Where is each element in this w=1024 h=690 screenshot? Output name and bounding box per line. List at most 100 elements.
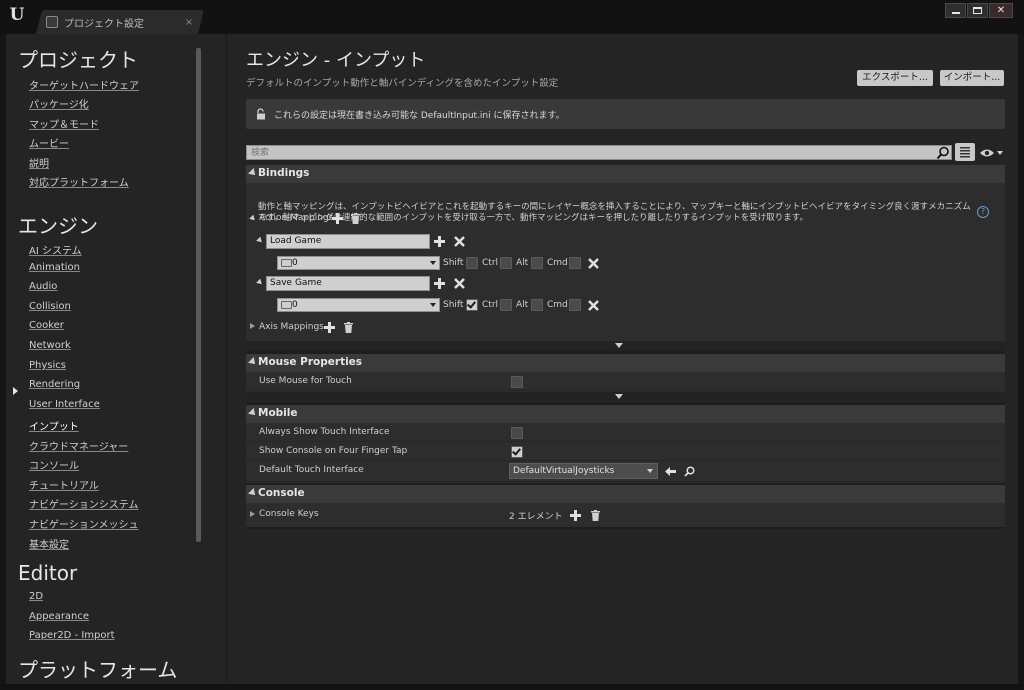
sidebar-item-general-settings[interactable]: 基本設定 — [29, 536, 69, 551]
sidebar-item-console[interactable]: コンソール — [29, 457, 79, 472]
advanced-expand-bar[interactable] — [246, 392, 1005, 402]
remove-key-icon[interactable] — [588, 258, 599, 269]
category-mouse-properties[interactable]: Mouse Properties — [246, 354, 1005, 372]
sidebar-item-collision[interactable]: Collision — [29, 301, 71, 312]
minimize-icon — [951, 12, 960, 14]
unreal-logo-icon: U — [9, 5, 25, 25]
export-button[interactable]: エクスポート... — [857, 70, 933, 86]
sidebar-item-supported-platforms[interactable]: 対応プラットフォーム — [29, 174, 129, 189]
add-console-key-icon[interactable] — [570, 510, 581, 521]
sidebar-item-user-interface[interactable]: User Interface — [29, 399, 100, 410]
window-bottom-edge — [0, 684, 1024, 690]
keyboard-icon — [281, 259, 292, 267]
alt-checkbox[interactable] — [531, 299, 543, 311]
minimize-button[interactable] — [945, 3, 966, 18]
sidebar-item-appearance[interactable]: Appearance — [29, 611, 89, 622]
shift-label: Shift — [443, 258, 464, 268]
key-value: 0 — [292, 300, 298, 310]
sidebar-item-navigation-mesh[interactable]: ナビゲーションメッシュ — [29, 516, 139, 531]
sidebar-item-rendering[interactable]: Rendering — [29, 379, 80, 390]
expand-advanced-icon — [615, 343, 623, 348]
key-selector[interactable]: 0 — [277, 298, 440, 312]
shift-checkbox[interactable] — [466, 257, 478, 269]
browse-search-icon[interactable] — [684, 466, 695, 477]
sidebar-item-audio[interactable]: Audio — [29, 281, 57, 292]
action-name-input[interactable]: Save Game — [266, 276, 430, 291]
expand-arrow-icon[interactable] — [256, 236, 264, 245]
use-selected-arrow-icon[interactable] — [665, 466, 676, 477]
expand-arrow-icon[interactable] — [250, 511, 255, 517]
bindings-description: 動作と軸マッピングは、インプットビヘイビアとこれを起動するキーの間にレイヤー概念… — [258, 202, 971, 223]
ctrl-label: Ctrl — [482, 258, 499, 268]
delete-all-axes-icon[interactable] — [343, 322, 354, 333]
add-key-icon[interactable] — [434, 278, 445, 289]
maximize-button[interactable] — [967, 3, 988, 18]
sidebar-item-2d[interactable]: 2D — [29, 591, 43, 602]
expand-arrow-icon[interactable] — [249, 214, 257, 223]
expand-advanced-icon — [615, 394, 623, 399]
search-input[interactable] — [246, 145, 952, 160]
remove-key-icon[interactable] — [588, 300, 599, 311]
active-item-arrow-icon — [13, 387, 18, 395]
sidebar-item-description[interactable]: 説明 — [29, 155, 49, 170]
help-icon[interactable]: ? — [977, 206, 989, 218]
maximize-icon — [973, 7, 982, 14]
use-mouse-for-touch-checkbox[interactable] — [511, 376, 523, 388]
tab-project-settings[interactable]: プロジェクト設定 × — [44, 10, 196, 34]
remove-action-icon[interactable] — [454, 278, 465, 289]
eye-visibility-icon[interactable] — [979, 147, 1003, 159]
delete-console-keys-icon[interactable] — [590, 510, 601, 521]
cmd-checkbox[interactable] — [569, 257, 581, 269]
sidebar-item-maps-modes[interactable]: マップ＆モード — [29, 116, 99, 131]
sidebar-item-paper2d-import[interactable]: Paper2D - Import — [29, 630, 115, 641]
sidebar-category-project: プロジェクト — [18, 48, 138, 72]
always-show-touch-label: Always Show Touch Interface — [259, 427, 390, 437]
sidebar-divider — [226, 34, 227, 684]
sidebar-item-movies[interactable]: ムービー — [29, 135, 69, 150]
shift-checkbox[interactable] — [466, 299, 478, 311]
import-button[interactable]: インポート... — [940, 70, 1004, 86]
sidebar-item-tutorial[interactable]: チュートリアル — [29, 477, 99, 492]
expand-arrow-icon[interactable] — [256, 278, 264, 287]
dropdown-value: DefaultVirtualJoysticks — [513, 466, 615, 476]
expand-arrow-icon[interactable] — [250, 323, 255, 329]
always-show-touch-checkbox[interactable] — [511, 427, 523, 439]
sidebar-item-input[interactable]: インプット — [29, 418, 79, 433]
default-touch-dropdown[interactable]: DefaultVirtualJoysticks — [509, 463, 658, 479]
close-button[interactable]: ✕ — [989, 3, 1013, 18]
category-console[interactable]: Console — [246, 485, 1005, 503]
advanced-expand-bar[interactable] — [246, 341, 1005, 351]
alt-checkbox[interactable] — [531, 257, 543, 269]
delete-all-actions-icon[interactable] — [350, 213, 361, 224]
sidebar-item-target-hardware[interactable]: ターゲットハードウェア — [29, 77, 139, 92]
cmd-checkbox[interactable] — [569, 299, 581, 311]
action-name-input[interactable]: Load Game — [266, 234, 430, 249]
sidebar-item-cloud-manager[interactable]: クラウドマネージャー — [29, 438, 128, 453]
collapse-arrow-icon — [248, 357, 258, 367]
category-bindings[interactable]: Bindings — [246, 165, 1005, 183]
key-selector[interactable]: 0 — [277, 256, 440, 270]
ctrl-checkbox[interactable] — [500, 257, 512, 269]
sidebar-item-cooker[interactable]: Cooker — [29, 320, 64, 331]
show-console-checkbox[interactable] — [511, 446, 523, 458]
category-mobile[interactable]: Mobile — [246, 405, 1005, 423]
sidebar-item-network[interactable]: Network — [29, 340, 71, 351]
add-key-icon[interactable] — [434, 236, 445, 247]
sidebar-item-packaging[interactable]: パッケージ化 — [29, 96, 89, 111]
columns-view-button[interactable] — [955, 143, 975, 161]
console-keys-label: Console Keys — [259, 509, 319, 519]
sidebar-item-navigation-system[interactable]: ナビゲーションシステム — [29, 496, 139, 511]
info-text: これらの設定は現在書き込み可能な DefaultInput.ini に保存されま… — [274, 111, 565, 121]
ctrl-label: Ctrl — [482, 300, 499, 310]
add-axis-icon[interactable] — [324, 322, 335, 333]
remove-action-icon[interactable] — [454, 236, 465, 247]
tab-close-icon[interactable]: × — [182, 17, 196, 28]
add-action-icon[interactable] — [332, 213, 343, 224]
sidebar-item-ai-system[interactable]: AI システム — [29, 242, 82, 257]
sidebar-scrollbar[interactable] — [196, 48, 201, 542]
ctrl-checkbox[interactable] — [500, 299, 512, 311]
category-label: Bindings — [258, 167, 310, 179]
sidebar-item-animation[interactable]: Animation — [29, 262, 80, 273]
search-icon[interactable] — [936, 146, 950, 160]
sidebar-item-physics[interactable]: Physics — [29, 360, 66, 371]
